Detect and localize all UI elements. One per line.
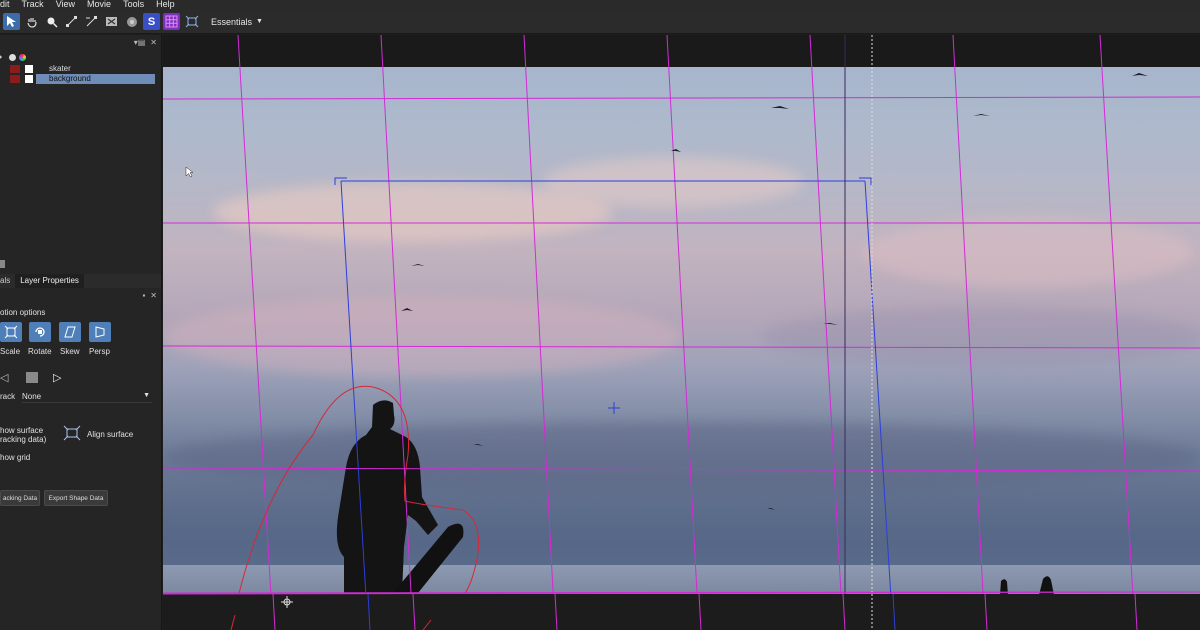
close-spline-icon[interactable] — [103, 13, 120, 30]
workspace-label: Essentials — [211, 16, 253, 27]
track-value: None — [22, 392, 42, 401]
close-icon[interactable]: ✕ — [150, 38, 157, 47]
menu-view[interactable]: View — [50, 0, 81, 10]
layers-header: ● — [0, 51, 161, 63]
track-backward-icon[interactable]: ◁ — [0, 371, 8, 384]
properties-tabs: als Layer Properties — [0, 274, 161, 288]
feather-icon[interactable] — [123, 13, 140, 30]
panel-menu-icon[interactable]: ▾▤ — [134, 38, 146, 47]
rotate-label: Rotate — [28, 347, 52, 356]
track-dropdown[interactable]: None ▼ — [22, 392, 152, 403]
rotate-button[interactable] — [29, 322, 51, 342]
chevron-down-icon: ▼ — [256, 18, 263, 25]
scale-button[interactable] — [0, 322, 22, 342]
properties-panel-controls: ▪ ✕ — [142, 291, 157, 300]
show-grid-label[interactable]: how grid — [0, 453, 30, 462]
layer-row-skater[interactable]: skater — [0, 64, 161, 74]
surface-s-icon[interactable]: S — [143, 13, 160, 30]
align-surface-icon[interactable] — [63, 425, 81, 441]
hand-icon[interactable] — [23, 13, 40, 30]
tab-layer-properties[interactable]: Layer Properties — [15, 274, 84, 288]
workspace-selector[interactable]: Essentials ▼ — [211, 17, 263, 27]
menu-movie[interactable]: Movie — [81, 0, 117, 10]
menu-tools[interactable]: Tools — [117, 0, 150, 10]
viewer-canvas[interactable] — [163, 35, 1200, 630]
tracking-overlay — [163, 35, 1200, 630]
corner-pin-icon[interactable] — [183, 13, 200, 30]
zoom-icon[interactable] — [43, 13, 60, 30]
layer-color-swatch — [10, 75, 20, 83]
menu-help[interactable]: Help — [150, 0, 181, 10]
layer-name: skater — [49, 64, 71, 73]
layer-visibility-box[interactable] — [25, 65, 33, 73]
skew-button[interactable] — [59, 322, 81, 342]
scale-label: Scale — [0, 347, 21, 356]
color-wheel-icon[interactable] — [19, 53, 27, 61]
layer-visibility-box[interactable] — [25, 75, 33, 83]
visibility-icon[interactable] — [9, 53, 17, 61]
add-point-icon[interactable] — [63, 13, 80, 30]
toolbar: S Essentials ▼ — [0, 10, 1200, 34]
export-shape-data-button[interactable]: Export Shape Data — [44, 490, 108, 506]
track-forward-icon[interactable]: ▷ — [53, 371, 61, 384]
close-icon[interactable]: ✕ — [150, 291, 157, 300]
export-shape-label: Export Shape Data — [48, 494, 104, 502]
skew-label: Skew — [60, 347, 80, 356]
layer-color-swatch — [10, 65, 20, 73]
export-tracking-label: acking Data — [2, 494, 38, 502]
grid-icon[interactable] — [163, 13, 180, 30]
export-tracking-data-button[interactable]: acking Data — [0, 490, 40, 506]
dark-band-bottom — [163, 594, 1200, 630]
layer-name: background — [36, 74, 155, 84]
pointer-icon[interactable] — [3, 13, 20, 30]
show-surface-sublabel: racking data) — [0, 435, 47, 444]
persp-label: Persp — [89, 347, 110, 356]
chevron-down-icon: ▼ — [143, 392, 150, 399]
panel-menu-icon[interactable]: ▪ — [142, 291, 145, 300]
stop-icon[interactable] — [26, 372, 38, 383]
bird — [401, 73, 1148, 510]
menu-bar: dit Track View Movie Tools Help — [0, 0, 1200, 10]
left-panel: ▾▤ ✕ ● skater background als Layer Prope… — [0, 35, 162, 630]
layers-panel-controls: ▾▤ ✕ — [134, 38, 157, 47]
persp-button[interactable] — [89, 322, 111, 342]
menu-edit[interactable]: dit — [0, 0, 16, 10]
menu-track[interactable]: Track — [16, 0, 50, 10]
perspective-grid — [163, 35, 1200, 630]
motion-options-label: otion options — [0, 308, 46, 317]
track-label: rack — [0, 392, 16, 401]
layer-row-background[interactable]: background — [0, 74, 161, 84]
trash-icon[interactable] — [0, 260, 5, 268]
remove-point-icon[interactable] — [83, 13, 100, 30]
align-surface-label[interactable]: Align surface — [87, 430, 133, 439]
lock-icon[interactable]: ● — [0, 54, 2, 61]
tab-controls[interactable]: als — [0, 274, 15, 288]
surface-plane — [334, 177, 894, 630]
mouse-cursor-icon — [185, 166, 194, 181]
show-surface-label[interactable]: how surface — [0, 426, 43, 435]
